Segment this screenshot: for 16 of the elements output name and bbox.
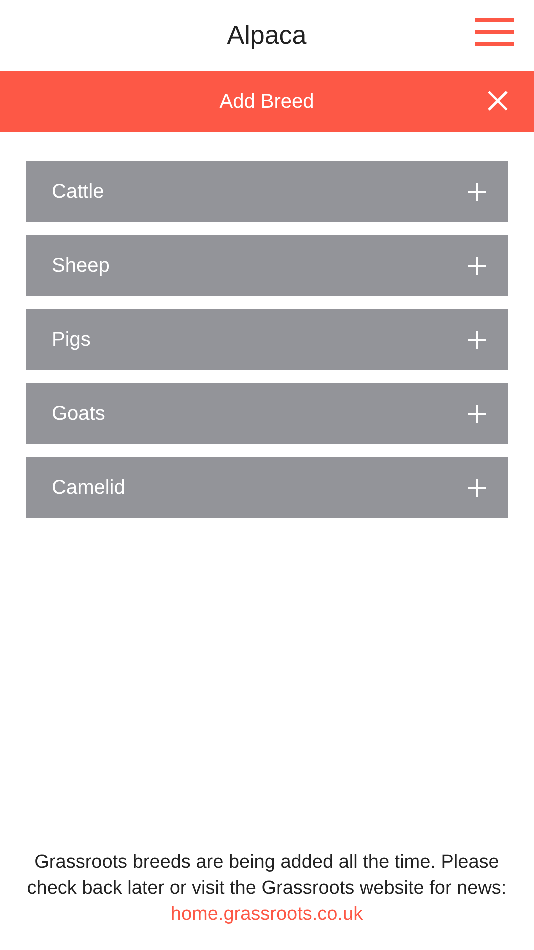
category-row[interactable]: Cattle bbox=[26, 161, 508, 222]
footer-note: Grassroots breeds are being added all the time. Please check back later or visit the Grassroots website for news: home.grassroots.co.uk bbox=[26, 851, 508, 927]
website-link[interactable]: home.grassroots.co.uk bbox=[170, 904, 364, 925]
plus-icon bbox=[468, 182, 486, 200]
plus-icon bbox=[468, 330, 486, 348]
page-title: Alpaca bbox=[227, 19, 307, 52]
category-row[interactable]: Camelid bbox=[26, 457, 508, 518]
plus-icon bbox=[468, 256, 486, 274]
category-row[interactable]: Goats bbox=[26, 383, 508, 444]
close-icon[interactable] bbox=[488, 91, 508, 111]
category-row[interactable]: Sheep bbox=[26, 235, 508, 296]
banner-title: Add Breed bbox=[220, 90, 314, 114]
menu-icon[interactable] bbox=[475, 18, 514, 46]
category-row[interactable]: Pigs bbox=[26, 309, 508, 370]
plus-icon bbox=[468, 478, 486, 496]
plus-icon bbox=[468, 404, 486, 422]
